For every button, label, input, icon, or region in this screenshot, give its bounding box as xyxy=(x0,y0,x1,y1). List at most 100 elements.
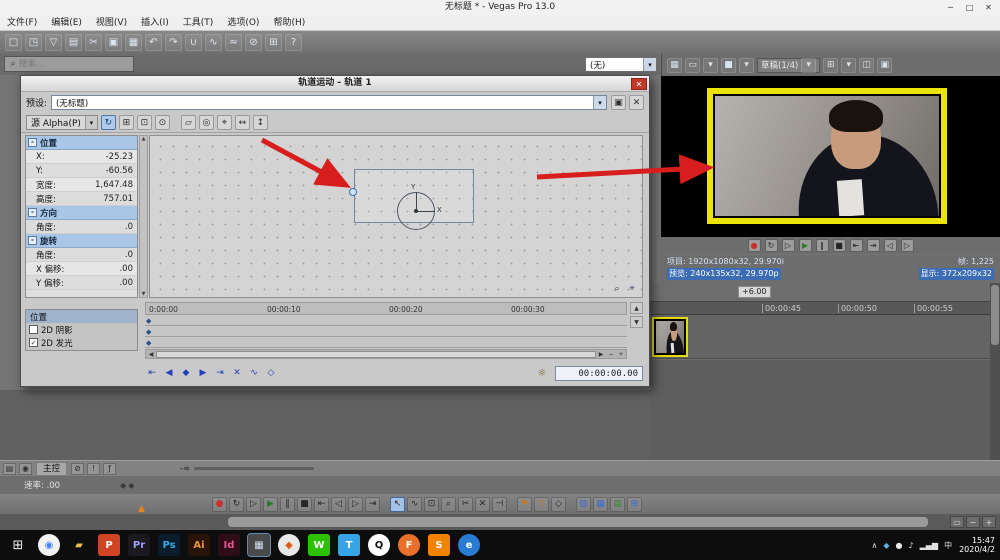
timeline-ruler[interactable]: 00:00:45 00:00:50 00:00:55 xyxy=(650,301,990,315)
property-value[interactable]: .0 xyxy=(125,222,133,232)
search-box[interactable]: ⌕ xyxy=(4,56,134,72)
taskbar-photoshop-icon[interactable]: Ps xyxy=(158,534,180,556)
selection-edit-tool-icon[interactable]: ⊡ xyxy=(424,496,439,512)
menu-view[interactable]: 视图(V) xyxy=(89,15,134,31)
taskbar-vegas-icon[interactable]: ▦ xyxy=(247,533,271,557)
video-preview-window-icon[interactable]: ▦ xyxy=(593,496,608,512)
taskbar-illustrator-icon[interactable]: Ai xyxy=(188,534,210,556)
envelope-edit-tool-icon[interactable]: ∿ xyxy=(407,496,422,512)
taskbar-kmplayer-icon[interactable]: ◆ xyxy=(278,534,300,556)
go-to-last-keyframe-icon[interactable]: ⇥ xyxy=(213,366,227,380)
new-project-icon[interactable]: □ xyxy=(5,34,22,51)
property-value[interactable]: 757.01 xyxy=(103,194,133,204)
master-bus-label[interactable]: 主控 xyxy=(36,461,68,476)
property-group-rotation[interactable]: - 旋转 xyxy=(26,234,137,248)
menu-edit[interactable]: 编辑(E) xyxy=(44,15,89,31)
delete-keyframe-icon[interactable]: ✕ xyxy=(230,366,244,380)
go-to-end-button[interactable]: ⇥ xyxy=(365,496,380,512)
property-value[interactable]: .0 xyxy=(125,250,133,260)
loop-playback-button[interactable]: ↻ xyxy=(764,239,778,252)
next-frame-button[interactable]: ▷ xyxy=(900,239,914,252)
taskbar-firefox-icon[interactable]: F xyxy=(398,534,420,556)
property-value[interactable]: -60.56 xyxy=(106,166,133,176)
chevron-down-icon[interactable]: ▾ xyxy=(84,116,97,129)
move-x-only-icon[interactable]: ↔ xyxy=(234,115,250,130)
chevron-down-icon[interactable]: ▾ xyxy=(801,57,817,73)
preview-grid-icon[interactable]: ⊞ xyxy=(823,57,839,73)
property-group-position[interactable]: - 位置 xyxy=(26,136,137,150)
keyframe-horizontal-scrollbar[interactable]: ◀ ▶ − + xyxy=(145,349,627,359)
track-list-grid-icon[interactable]: ▤ xyxy=(3,462,16,475)
timeline-horizontal-scrollbar[interactable]: ▭ − + xyxy=(0,514,1000,530)
split-screen-icon[interactable]: ◫ xyxy=(859,57,875,73)
zoom-in-icon[interactable]: + xyxy=(616,350,626,359)
keyframe-track-glow[interactable]: ◆ xyxy=(145,338,627,348)
prevent-rotation-icon[interactable]: ⊙ xyxy=(154,115,170,130)
tray-network-icon[interactable]: ▂▄▆ xyxy=(920,540,938,551)
tray-app-icon[interactable]: ◆ xyxy=(883,540,889,551)
master-volume-value[interactable]: -∞ xyxy=(180,464,190,474)
keyframe-diamond-icon[interactable]: ◆ xyxy=(146,317,151,325)
property-value[interactable]: -25.23 xyxy=(106,152,133,162)
window-titlebar[interactable]: 无标题 * - Vegas Pro 13.0 ─ □ ✕ xyxy=(0,0,1000,15)
previous-frame-button[interactable]: ◁ xyxy=(331,496,346,512)
dialog-titlebar[interactable]: 轨道运动 - 轨道 1 ✕ xyxy=(21,76,649,92)
taskbar-chrome-icon[interactable]: ◉ xyxy=(38,534,60,556)
property-row[interactable]: 宽度: 1,647.48 xyxy=(26,178,137,192)
lock-envelopes-icon[interactable]: ⊘ xyxy=(245,34,262,51)
sync-keyframe-cursor-icon[interactable]: ◇ xyxy=(264,366,278,380)
glow-list-item[interactable]: ✓ 2D 发光 xyxy=(26,336,137,349)
scroll-up-icon[interactable]: ▲ xyxy=(142,136,146,142)
cut-icon[interactable]: ✂ xyxy=(85,34,102,51)
property-row[interactable]: X 偏移: .00 xyxy=(26,262,137,276)
taskbar-ie-icon[interactable]: e xyxy=(458,534,480,556)
taskbar-indesign-icon[interactable]: Id xyxy=(218,534,240,556)
timeline-marker-icon[interactable]: ▲ xyxy=(138,504,145,514)
keyframe-diamond-icon[interactable]: ◆ xyxy=(146,328,151,336)
zoom-out-icon[interactable]: − xyxy=(606,350,616,359)
previous-frame-button[interactable]: ◁ xyxy=(883,239,897,252)
prevent-movement-icon[interactable]: ⊞ xyxy=(118,115,134,130)
plugin-manager-icon[interactable]: ⊞ xyxy=(627,496,642,512)
motion-canvas[interactable]: Y X ⌕ ⌖ xyxy=(149,135,643,298)
keyframe-timecode[interactable]: 00:00:00.00 xyxy=(555,365,643,381)
tray-expand-icon[interactable]: ∧ xyxy=(871,540,877,551)
menu-file[interactable]: 文件(F) xyxy=(0,15,44,31)
record-button[interactable]: ● xyxy=(212,496,227,512)
tray-ime-icon[interactable]: 中 xyxy=(944,540,952,551)
property-value[interactable]: .00 xyxy=(119,264,133,274)
scroll-down-icon[interactable]: ▼ xyxy=(142,291,146,297)
trim-event-icon[interactable]: ⊣ xyxy=(492,496,507,512)
chevron-down-icon[interactable]: ▾ xyxy=(593,96,606,109)
left-edge-handle[interactable] xyxy=(349,188,357,196)
insert-marker-icon[interactable]: ⚑ xyxy=(517,496,532,512)
shadow-checkbox[interactable] xyxy=(29,325,38,334)
output-dropdown-icon[interactable]: ▾ xyxy=(703,57,718,73)
source-alpha-dropdown[interactable]: 源 Alpha(P) ▾ xyxy=(26,115,98,130)
keyframe-interpolation-icon[interactable]: ∿ xyxy=(247,366,261,380)
paste-icon[interactable]: ▦ xyxy=(125,34,142,51)
menu-tools[interactable]: 工具(T) xyxy=(176,15,221,31)
keyframe-ruler[interactable]: 0:00:00 00:00:10 00:00:20 00:00:30 xyxy=(145,302,627,315)
envelope-gain-label[interactable]: +6.00 xyxy=(738,286,771,298)
go-to-start-button[interactable]: ⇤ xyxy=(314,496,329,512)
delete-event-icon[interactable]: ✕ xyxy=(475,496,490,512)
menu-help[interactable]: 帮助(H) xyxy=(266,15,312,31)
timeline-empty-area[interactable] xyxy=(650,360,990,460)
taskbar-premiere-icon[interactable]: Pr xyxy=(128,534,150,556)
go-to-first-keyframe-icon[interactable]: ⇤ xyxy=(145,366,159,380)
close-button[interactable]: ✕ xyxy=(979,0,998,14)
property-row[interactable]: X: -25.23 xyxy=(26,150,137,164)
preset-combobox[interactable]: (无标题) ▾ xyxy=(51,95,607,110)
lamp-icon[interactable]: ☼ xyxy=(535,366,549,380)
prevent-scaling-icon[interactable]: ⊡ xyxy=(136,115,152,130)
scroll-left-icon[interactable]: ◀ xyxy=(146,350,156,359)
play-from-start-button[interactable]: ▷ xyxy=(781,239,795,252)
keyframe-track-position[interactable]: ◆ xyxy=(145,316,627,326)
next-keyframe-icon[interactable]: ▶ xyxy=(196,366,210,380)
video-output-icon[interactable]: ▭ xyxy=(685,57,700,73)
whats-this-help-icon[interactable]: ? xyxy=(285,34,302,51)
copy-snapshot-icon[interactable]: ▣ xyxy=(877,57,893,73)
mixer-window-icon[interactable]: ▥ xyxy=(576,496,591,512)
ignore-grouping-icon[interactable]: ⊞ xyxy=(265,34,282,51)
